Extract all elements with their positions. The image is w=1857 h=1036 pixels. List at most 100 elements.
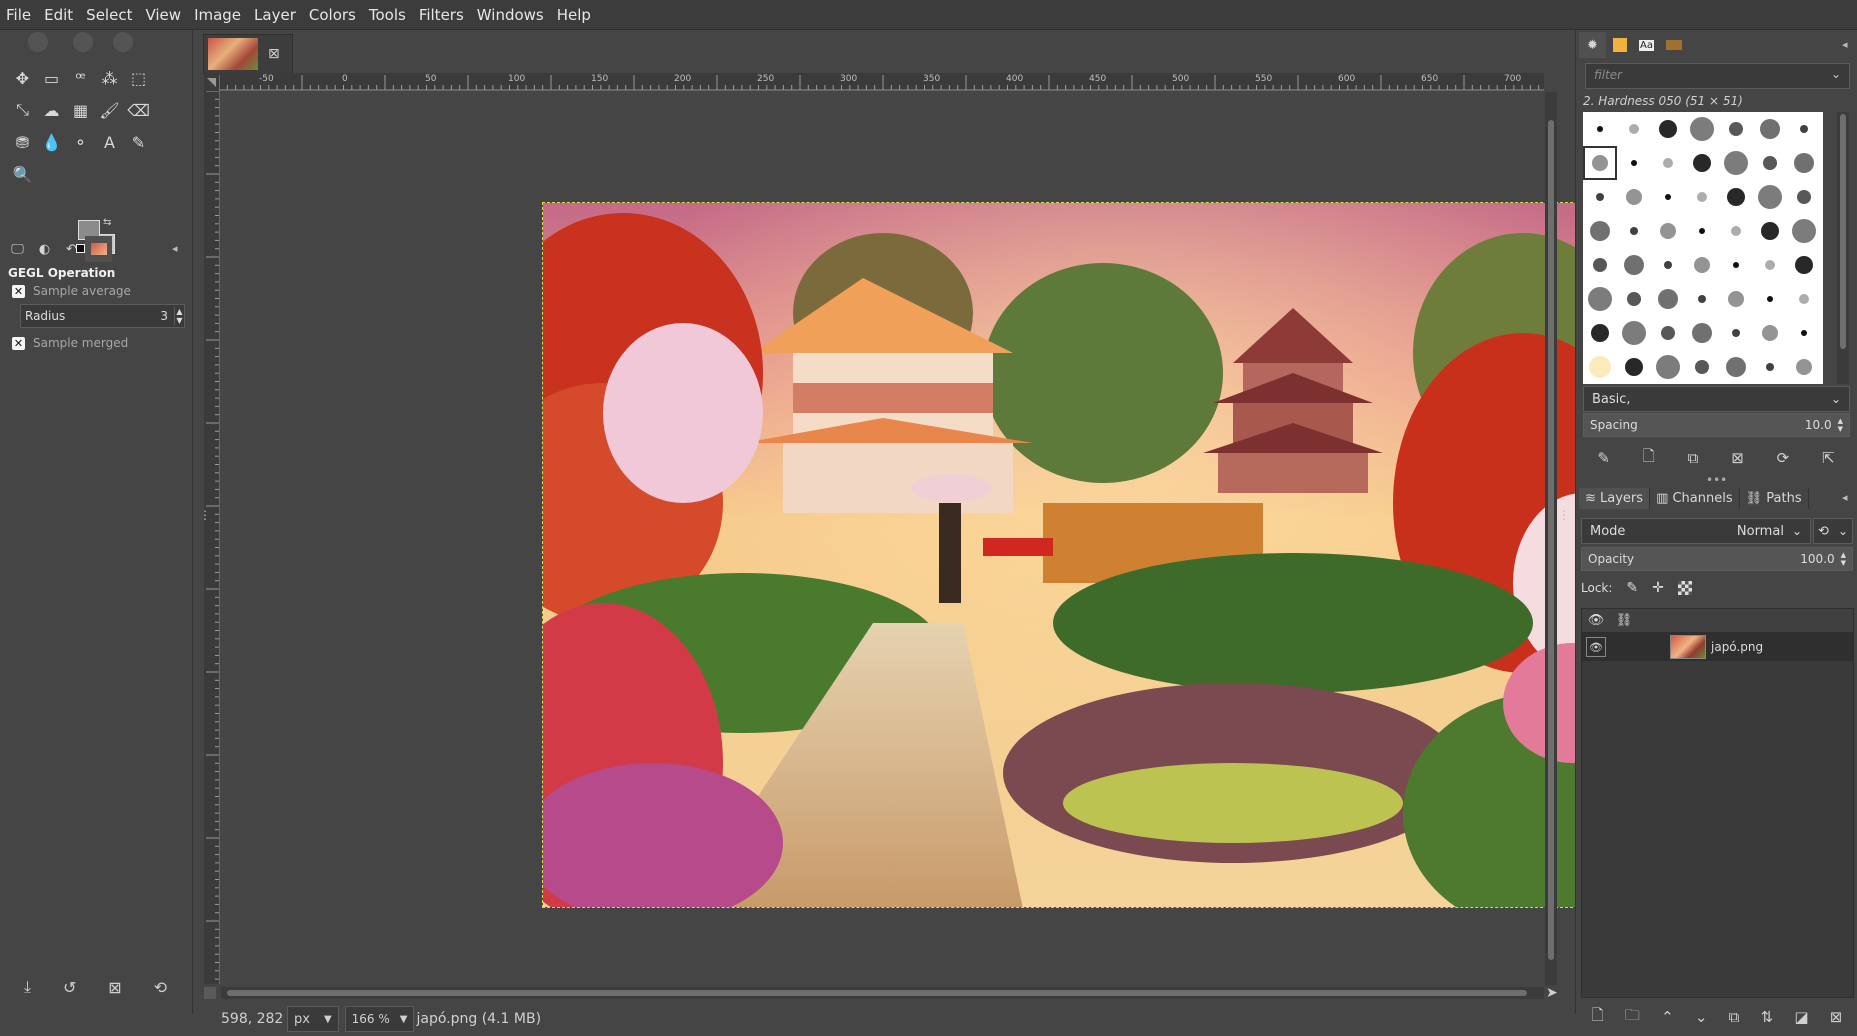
brush-preview[interactable] bbox=[1787, 180, 1821, 214]
menu-view[interactable]: View bbox=[145, 6, 181, 24]
brush-preview[interactable] bbox=[1719, 316, 1753, 350]
configure-tab-icon[interactable]: ◂ bbox=[172, 242, 178, 255]
brush-preview[interactable] bbox=[1651, 180, 1685, 214]
device-status-tab-icon[interactable]: ◐ bbox=[31, 236, 58, 262]
duplicate-layer-icon[interactable]: ⧉ bbox=[1729, 1008, 1740, 1026]
brush-preview[interactable] bbox=[1651, 214, 1685, 248]
brush-preview[interactable] bbox=[1753, 146, 1787, 180]
lower-layer-icon[interactable]: ⌄ bbox=[1695, 1008, 1708, 1026]
brush-preview[interactable] bbox=[1583, 214, 1617, 248]
zoom-icon[interactable]: 🔍 bbox=[8, 158, 37, 190]
brush-preview[interactable] bbox=[1685, 282, 1719, 316]
brush-preview[interactable] bbox=[1617, 214, 1651, 248]
brush-preview[interactable] bbox=[1685, 350, 1719, 384]
delete-brush-icon[interactable]: ⊠ bbox=[1731, 449, 1744, 467]
menu-windows[interactable]: Windows bbox=[477, 6, 544, 24]
sample-average-check[interactable]: ✕ Sample average bbox=[12, 284, 131, 298]
menu-file[interactable]: File bbox=[6, 6, 31, 24]
brush-preview[interactable] bbox=[1753, 214, 1787, 248]
lock-alpha-icon[interactable] bbox=[1677, 581, 1692, 595]
patterns-tab-icon[interactable] bbox=[1606, 32, 1633, 58]
spin-arrows-icon[interactable]: ▲ ▼ bbox=[174, 307, 184, 325]
new-brush-icon[interactable]: 🗋 bbox=[1643, 446, 1655, 471]
brush-preview[interactable] bbox=[1583, 180, 1617, 214]
layer-visibility-icon[interactable]: 👁 bbox=[1586, 637, 1606, 657]
text-icon[interactable]: A bbox=[95, 126, 124, 158]
brush-preview[interactable] bbox=[1787, 282, 1821, 316]
layer-mask-icon[interactable]: ◪ bbox=[1794, 1008, 1808, 1026]
brush-preview[interactable] bbox=[1617, 350, 1651, 384]
brush-preview[interactable] bbox=[1753, 350, 1787, 384]
menu-tools[interactable]: Tools bbox=[369, 6, 406, 24]
unit-select[interactable]: px ▼ bbox=[287, 1006, 339, 1032]
tab-paths[interactable]: ⛓ Paths bbox=[1740, 487, 1809, 509]
spin-arrows-icon[interactable]: ▲ ▼ bbox=[1841, 551, 1846, 567]
brushes-tab-icon[interactable]: ✹ bbox=[1579, 32, 1606, 58]
fuzzy-select-icon[interactable]: ⁂ bbox=[95, 62, 124, 94]
brush-preview[interactable] bbox=[1787, 112, 1821, 146]
refresh-brushes-icon[interactable]: ⟳ bbox=[1777, 449, 1790, 467]
brush-preview[interactable] bbox=[1787, 316, 1821, 350]
vertical-ruler[interactable] bbox=[204, 90, 220, 984]
color-picker-icon[interactable]: ✎ bbox=[124, 126, 153, 158]
brush-preview[interactable] bbox=[1787, 350, 1821, 384]
brush-preview[interactable] bbox=[1753, 248, 1787, 282]
brush-preview[interactable] bbox=[1753, 316, 1787, 350]
tab-channels[interactable]: ▥ Channels bbox=[1650, 487, 1740, 509]
eraser-icon[interactable]: ⌫ bbox=[124, 94, 153, 126]
open-as-image-icon[interactable]: ⇱ bbox=[1822, 449, 1835, 467]
brush-preview[interactable] bbox=[1583, 112, 1617, 146]
brush-preview[interactable] bbox=[1583, 146, 1617, 180]
menu-edit[interactable]: Edit bbox=[44, 6, 73, 24]
scroll-thumb[interactable] bbox=[1840, 114, 1846, 349]
save-options-icon[interactable]: ⤓ bbox=[24, 977, 31, 997]
brush-preview[interactable] bbox=[1583, 316, 1617, 350]
brush-preview[interactable] bbox=[1617, 282, 1651, 316]
restore-options-icon[interactable]: ↺ bbox=[63, 978, 76, 997]
menu-colors[interactable]: Colors bbox=[309, 6, 356, 24]
brush-preview[interactable] bbox=[1719, 350, 1753, 384]
paths-icon[interactable]: ⚬ bbox=[66, 126, 95, 158]
chevron-down-icon[interactable]: ⌄ bbox=[1831, 67, 1841, 81]
brush-preview[interactable] bbox=[1719, 248, 1753, 282]
crop-icon[interactable]: ⬚ bbox=[124, 62, 153, 94]
gradient-icon[interactable]: ▦ bbox=[66, 94, 95, 126]
close-icon[interactable]: ⊠ bbox=[268, 46, 280, 62]
rect-select-icon[interactable]: ▭ bbox=[37, 62, 66, 94]
lock-pixels-icon[interactable]: ✎ bbox=[1626, 580, 1638, 596]
brush-preview[interactable] bbox=[1753, 180, 1787, 214]
spin-arrows-icon[interactable]: ▲ ▼ bbox=[1838, 417, 1843, 433]
lock-position-icon[interactable]: ✛ bbox=[1652, 580, 1664, 596]
menu-select[interactable]: Select bbox=[86, 6, 132, 24]
right-dock-handle[interactable]: ⋮ bbox=[1558, 508, 1570, 522]
scroll-thumb[interactable] bbox=[227, 990, 1527, 996]
image-canvas[interactable] bbox=[542, 202, 1603, 908]
anchor-layer-icon[interactable]: ⇅ bbox=[1761, 1008, 1774, 1026]
brush-preview[interactable] bbox=[1583, 350, 1617, 384]
reset-options-icon[interactable]: ⟲ bbox=[154, 978, 167, 997]
smudge-icon[interactable]: 💧 bbox=[37, 126, 66, 158]
brush-filter-input[interactable]: filter ⌄ bbox=[1585, 63, 1850, 89]
raise-layer-icon[interactable]: ⌃ bbox=[1661, 1008, 1674, 1026]
composite-mode-select[interactable]: ⟲ ⌄ bbox=[1813, 518, 1853, 544]
quick-mask-toggle[interactable] bbox=[204, 987, 216, 999]
paintbrush-icon[interactable]: 🖌 bbox=[95, 94, 124, 126]
warp-icon[interactable]: ☁ bbox=[37, 94, 66, 126]
brush-grid[interactable] bbox=[1583, 112, 1823, 384]
layer-row[interactable]: 👁 japó.png bbox=[1582, 633, 1853, 661]
menu-image[interactable]: Image bbox=[194, 6, 241, 24]
brush-preview[interactable] bbox=[1651, 112, 1685, 146]
new-layer-icon[interactable]: 🗋 bbox=[1592, 1005, 1604, 1030]
checkbox-icon[interactable]: ✕ bbox=[12, 284, 25, 298]
brush-preview[interactable] bbox=[1617, 180, 1651, 214]
brush-preview[interactable] bbox=[1685, 180, 1719, 214]
brush-preview[interactable] bbox=[1651, 316, 1685, 350]
fonts-tab-icon[interactable]: Aa bbox=[1633, 32, 1660, 58]
scroll-thumb[interactable] bbox=[1548, 120, 1554, 960]
brush-preview[interactable] bbox=[1685, 248, 1719, 282]
menu-help[interactable]: Help bbox=[557, 6, 591, 24]
brush-preview[interactable] bbox=[1685, 146, 1719, 180]
unified-transform-icon[interactable]: ⤡ bbox=[8, 94, 37, 126]
brush-preview[interactable] bbox=[1651, 282, 1685, 316]
tab-layers[interactable]: ≋ Layers bbox=[1579, 487, 1651, 509]
